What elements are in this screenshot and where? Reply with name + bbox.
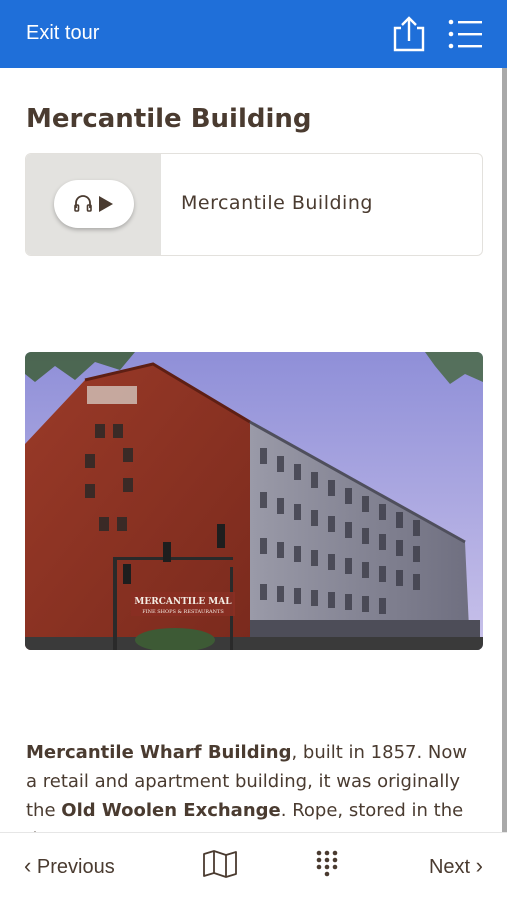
previous-label: Previous	[36, 856, 115, 878]
keypad-button[interactable]	[314, 849, 340, 883]
building-photo: MERCANTILE MAL FINE SHOPS & RESTAURANTS	[25, 352, 483, 650]
next-button[interactable]: Next ›	[429, 853, 483, 879]
audio-track-title: Mercantile Building	[181, 192, 373, 214]
headphones-icon	[74, 195, 113, 212]
description-bold-1: Mercantile Wharf Building	[26, 742, 292, 763]
play-icon	[99, 196, 113, 212]
page-title: Mercantile Building	[26, 104, 312, 134]
map-button[interactable]	[202, 849, 238, 883]
map-icon	[203, 850, 237, 878]
audio-thumbnail	[26, 154, 161, 255]
next-label: Next	[428, 856, 471, 878]
share-button[interactable]	[389, 14, 429, 54]
previous-button[interactable]: ‹ Previous	[24, 853, 115, 879]
description-bold-2: Old Woolen Exchange	[61, 800, 281, 821]
share-icon	[393, 16, 425, 52]
chevron-left-icon: ‹	[24, 853, 32, 878]
play-audio-button[interactable]	[54, 180, 134, 228]
photo-sign-text: MERCANTILE MAL	[134, 597, 232, 607]
bottom-navigation: ‹ Previous Next ›	[0, 832, 507, 901]
chevron-right-icon: ›	[475, 853, 483, 878]
stop-list-button[interactable]	[445, 14, 485, 54]
list-icon	[448, 19, 482, 49]
photo-sign-subtext: FINE SHOPS & RESTAURANTS	[142, 609, 224, 615]
audio-player-card[interactable]: Mercantile Building	[25, 153, 483, 256]
exit-tour-button[interactable]: Exit tour	[26, 20, 99, 46]
top-bar: Exit tour	[0, 0, 507, 68]
keypad-icon	[316, 850, 338, 877]
scrollbar[interactable]	[502, 68, 507, 832]
